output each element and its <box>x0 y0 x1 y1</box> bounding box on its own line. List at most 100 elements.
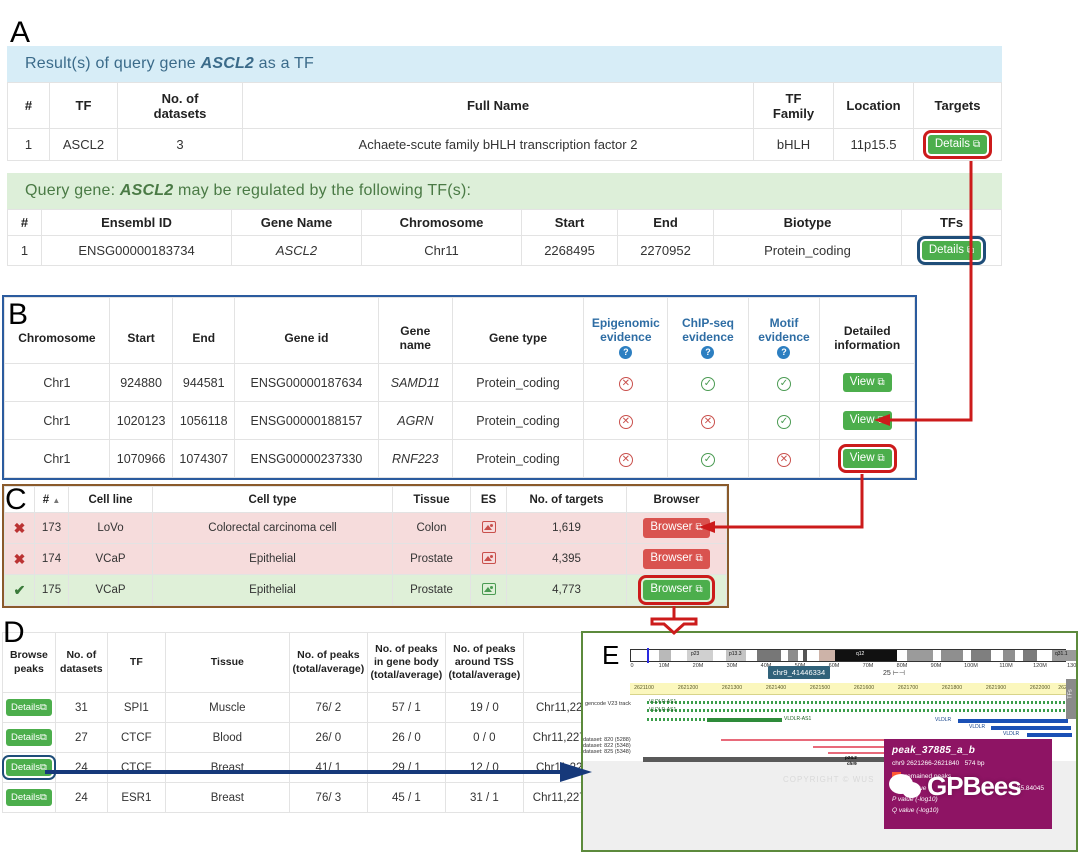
browser-button[interactable]: Browser ⧉ <box>643 518 710 538</box>
panel-e: E p23 p13.3 q12 q31.1 0 10M 20M 30M 40M … <box>581 631 1078 852</box>
col-targets: No. of targets <box>506 486 627 513</box>
chromosome-ideogram[interactable]: p23 p13.3 q12 q31.1 0 10M 20M 30M 40M 50… <box>630 648 1076 675</box>
gene-name-label: VLDLR <box>1003 731 1020 737</box>
col-tissue: Tissue <box>164 632 290 693</box>
external-link-icon: ⧉ <box>40 792 47 803</box>
ruler-tick: 2622000 <box>1029 685 1051 691</box>
cell-geneid: ENSG00000237330 <box>234 439 379 478</box>
details-label: Details <box>11 762 41 773</box>
col-location: Location <box>833 82 914 129</box>
details-button[interactable]: Details⧉ <box>6 699 52 716</box>
external-link-icon: ⧉ <box>973 138 981 150</box>
browser-button[interactable]: Browser ⧉ <box>643 549 710 569</box>
browser-button-highlighted[interactable]: Browser ⧉ <box>638 575 715 605</box>
cell-datasets: 24 <box>54 752 108 783</box>
cell-tissue: Prostate <box>392 543 471 575</box>
image-thumbnail-icon[interactable] <box>481 582 496 595</box>
check-circle-icon: ✓ <box>776 376 791 391</box>
ruler-tick: 2621700 <box>897 685 919 691</box>
table-row: Details⧉ 24 CTCF Breast 41/ 1 29 / 1 12 … <box>2 752 603 783</box>
details-button[interactable]: Details⧉ <box>6 789 52 806</box>
details-button-highlighted[interactable]: Details⧉ <box>2 755 56 780</box>
col-genetype: Gene type <box>451 297 585 364</box>
cell-targets: 1,619 <box>506 512 627 544</box>
image-thumbnail-icon[interactable] <box>481 551 496 564</box>
tooltip-length-value: 574 bp <box>964 760 985 767</box>
axis-tick: 90M <box>930 663 942 669</box>
view-button[interactable]: View ⧉ <box>842 410 892 431</box>
cell-chipseq: ✓ <box>667 363 749 402</box>
col-tf: TF <box>49 82 118 129</box>
cell-tf[interactable]: ESR1 <box>106 782 166 813</box>
cell-detail: View ⧉ <box>819 401 915 440</box>
image-thumbnail-icon[interactable] <box>481 520 496 533</box>
gene-exon-bar <box>707 718 782 722</box>
table-header-row: # ▲ Cell line Cell type Tissue ES No. of… <box>4 486 727 513</box>
cell-chromosome: Chr1 <box>4 401 110 440</box>
col-num: # <box>7 82 50 129</box>
cell-tissue: Prostate <box>392 574 471 606</box>
cell-browser: Browser ⧉ <box>626 543 727 575</box>
external-link-icon: ⧉ <box>695 584 703 596</box>
help-icon-motif[interactable]: ? <box>777 346 791 359</box>
cell-peaks: 26/ 0 <box>288 722 368 753</box>
cell-tf[interactable]: CTCF <box>106 722 166 753</box>
col-geneid: Gene id <box>234 297 379 364</box>
col-num[interactable]: # ▲ <box>34 486 69 513</box>
cell-browse: Details⧉ <box>2 692 56 723</box>
col-num: # <box>7 209 42 236</box>
cell-epigenomic: ✕ <box>583 401 669 440</box>
ideogram-band-label: p23 <box>691 651 700 657</box>
regulating-tf-details-label: Details <box>928 243 964 256</box>
cell-biotype: Protein_coding <box>713 235 902 266</box>
check-circle-icon: ✓ <box>700 376 715 391</box>
table-row: ✖ 174 VCaP Epithelial Prostate 4,395 Bro… <box>4 543 727 575</box>
gene-transcript-line <box>647 709 1067 712</box>
check-circle-icon: ✓ <box>776 414 791 429</box>
sort-asc-icon: ▲ <box>52 495 61 505</box>
cell-body: 26 / 0 <box>366 722 446 753</box>
zoom-scale-value: 25 <box>883 670 891 677</box>
view-button[interactable]: View ⧉ <box>842 372 892 393</box>
col-end: End <box>172 297 236 364</box>
tfs-side-tab[interactable]: TFs <box>1066 679 1076 719</box>
cell-num: 174 <box>34 543 69 575</box>
ideogram-bands[interactable]: p23 p13.3 q12 q31.1 <box>630 648 1076 663</box>
col-celltype: Cell type <box>152 486 393 513</box>
cell-geneid: ENSG00000187634 <box>234 363 379 402</box>
cell-epigenomic: ✕ <box>583 363 669 402</box>
panel-label-e: E <box>602 640 620 670</box>
gene-name-label: VLDLR-AS1 <box>649 699 677 705</box>
location-badge[interactable]: chr9_41446334 <box>768 666 831 679</box>
table-row: Chr1 1070966 1074307 ENSG00000237330 RNF… <box>4 439 915 478</box>
cell-tf[interactable]: SPI1 <box>106 692 166 723</box>
cell-num: 1 <box>7 235 42 266</box>
panel-label-a: A <box>10 16 31 49</box>
details-button[interactable]: Details⧉ <box>6 729 52 746</box>
cell-num: 1 <box>7 128 50 161</box>
cell-body: 57 / 1 <box>366 692 446 723</box>
tooltip-row-label: Q value (-log10) <box>892 807 939 814</box>
browse-peaks-table: Browse peaks No. of datasets TF Tissue No.… <box>2 632 603 813</box>
browser-label: Browser <box>650 521 693 534</box>
cell-genename: AGRN <box>377 401 453 440</box>
cell-browse: Details⧉ <box>2 722 56 753</box>
help-icon-epigenomic[interactable]: ? <box>619 346 633 359</box>
coordinate-ruler[interactable]: 2621100 2621200 2621300 2621400 2621500 … <box>630 683 1070 695</box>
ideogram-band-label: q12 <box>856 651 865 657</box>
cell-tf[interactable]: CTCF <box>106 752 166 783</box>
ideogram-band-label: q31.1 <box>1055 651 1068 657</box>
help-icon-chipseq[interactable]: ? <box>701 346 715 359</box>
tf-details-button[interactable]: Details ⧉ <box>922 129 993 160</box>
col-genename: Gene name <box>377 297 453 364</box>
cell-datasets: 27 <box>54 722 108 753</box>
regulating-tf-details-button[interactable]: Details ⧉ <box>916 235 987 266</box>
cross-circle-icon: ✕ <box>618 452 633 467</box>
cell-genename: ASCL2 <box>231 235 362 266</box>
view-button-highlighted[interactable]: View ⧉ <box>837 443 897 474</box>
cell-tss: 12 / 0 <box>444 752 524 783</box>
col-detailed-information: Detailed information <box>819 297 915 364</box>
browser-label: Browser <box>650 583 693 596</box>
dataset-table: # ▲ Cell line Cell type Tissue ES No. of… <box>4 486 727 606</box>
table-row: Details⧉ 31 SPI1 Muscle 76/ 2 57 / 1 19 … <box>2 692 603 723</box>
